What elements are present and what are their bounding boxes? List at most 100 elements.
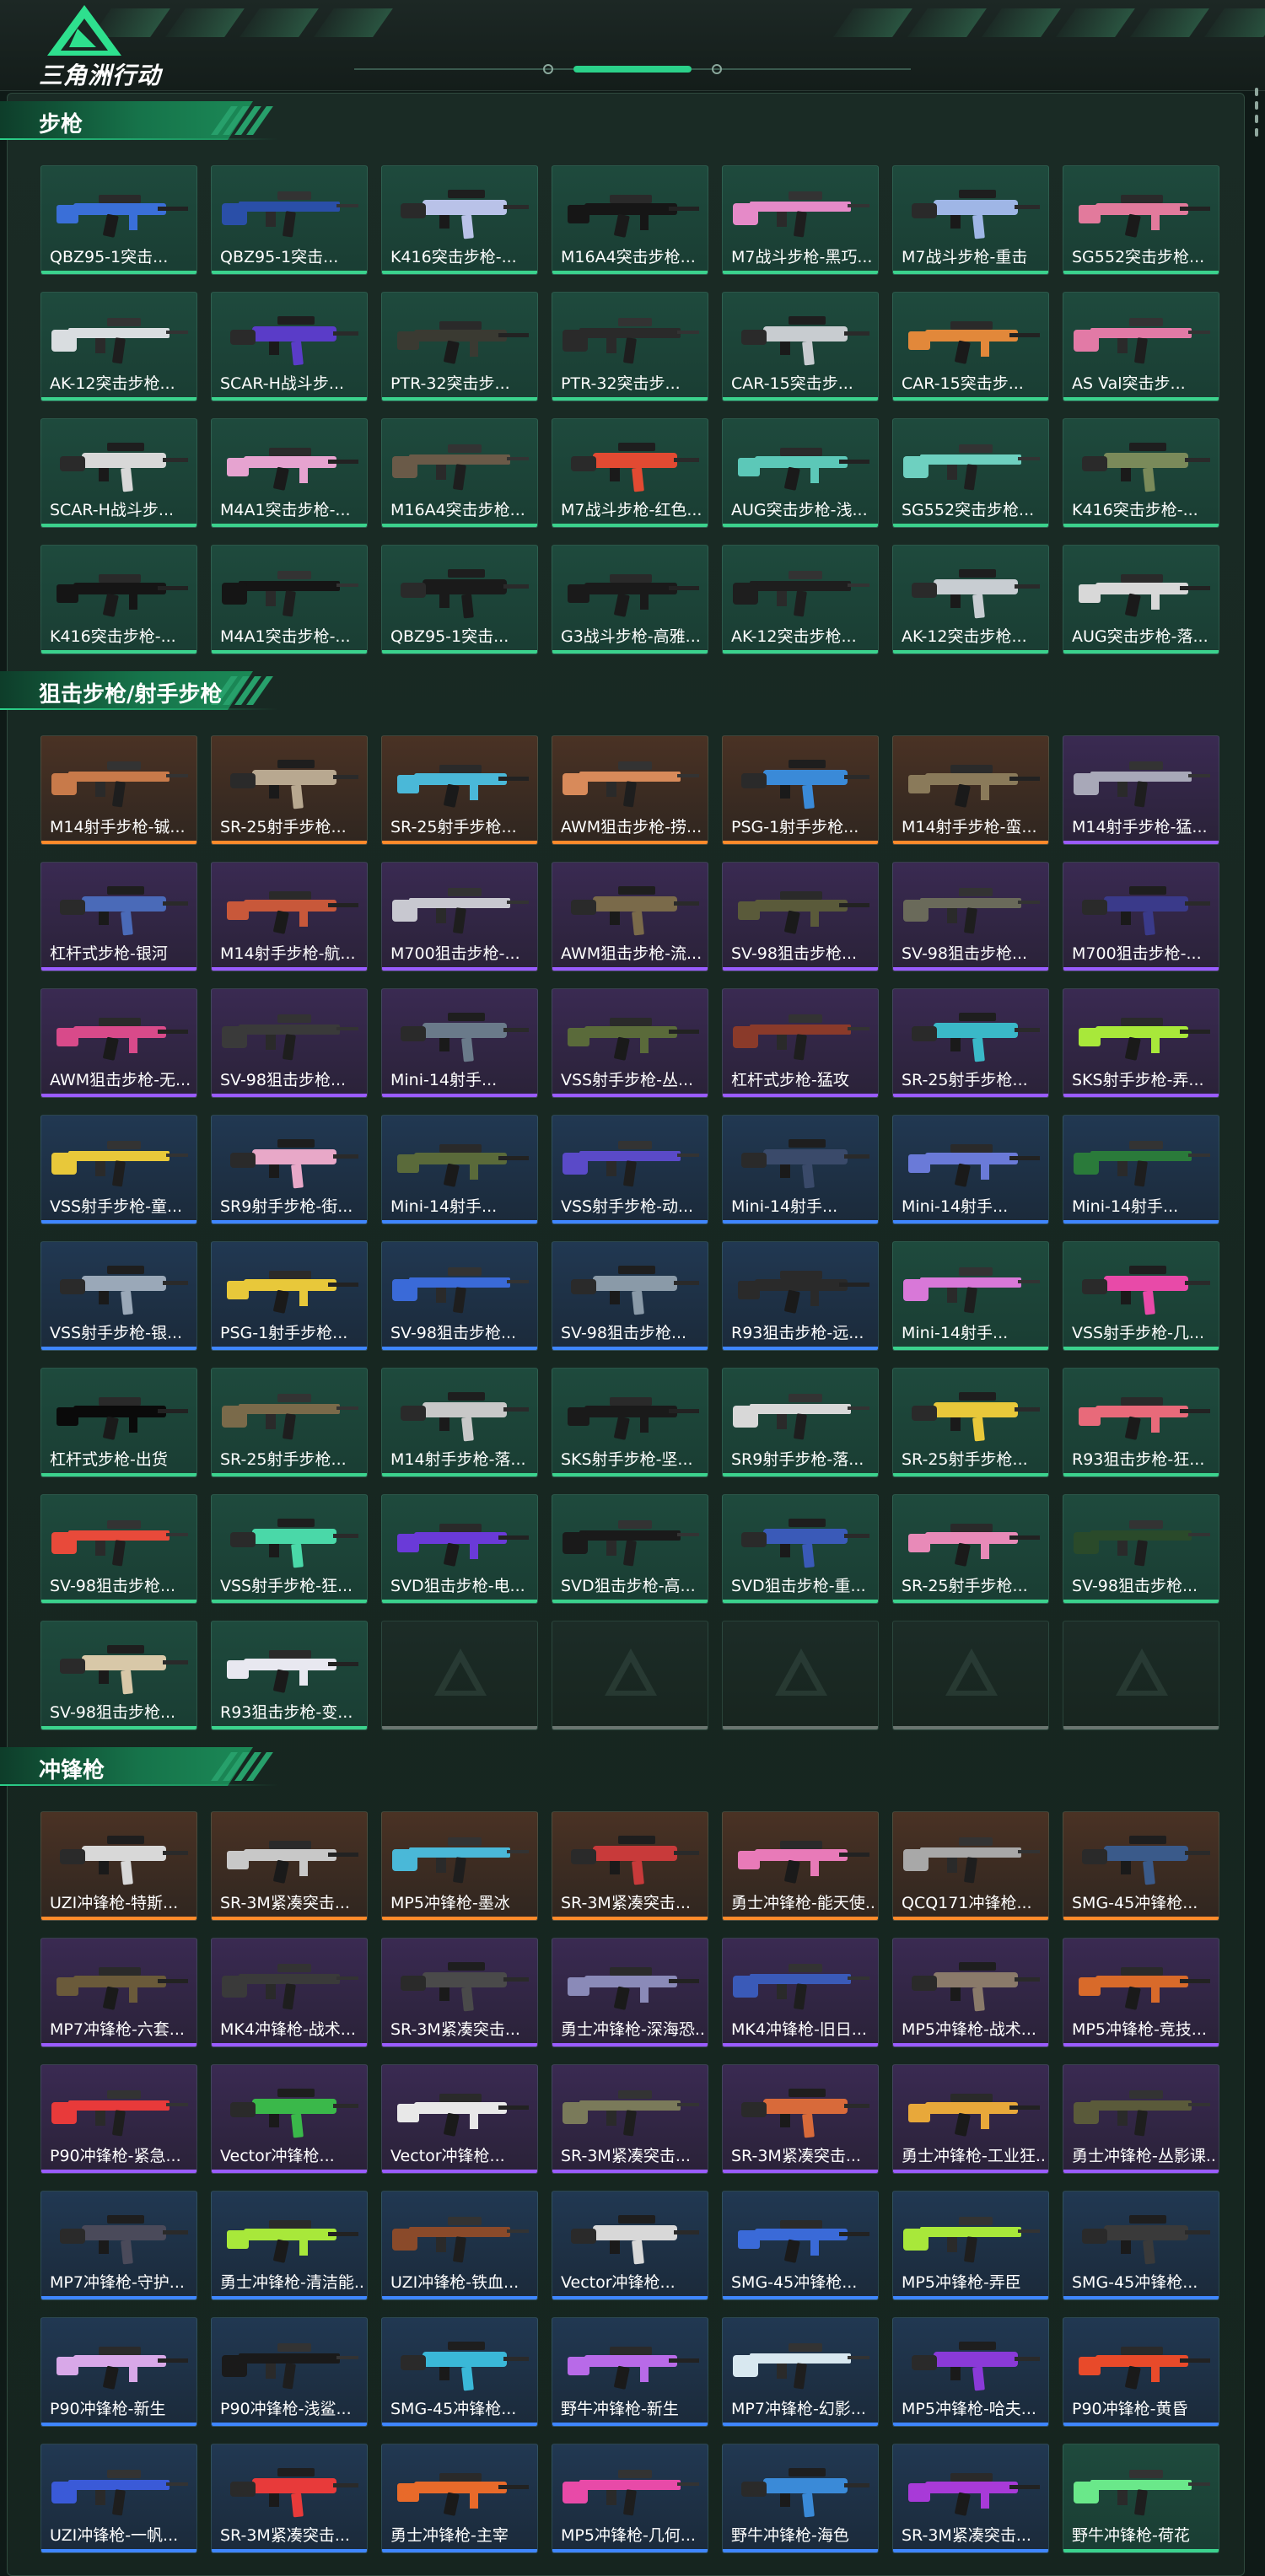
weapon-card[interactable]: AK-12突击步枪... xyxy=(892,545,1049,654)
scrollbar[interactable] xyxy=(1255,88,1260,147)
weapon-card[interactable]: 杠杆式步枪-猛攻 xyxy=(722,988,879,1098)
weapon-card[interactable]: SCAR-H战斗步... xyxy=(211,292,368,401)
weapon-card[interactable]: MP5冲锋枪-墨冰 xyxy=(381,1811,538,1921)
weapon-card[interactable]: SV-98狙击步枪... xyxy=(40,1621,197,1730)
weapon-card[interactable]: SKS射手步枪-坚... xyxy=(552,1368,708,1477)
weapon-card[interactable]: M14射手步枪-航... xyxy=(211,862,368,971)
weapon-card[interactable]: SR-3M紧凑突击... xyxy=(552,2064,708,2174)
weapon-card[interactable]: SV-98狙击步枪... xyxy=(892,862,1049,971)
weapon-card[interactable]: SV-98狙击步枪... xyxy=(1063,1494,1219,1604)
weapon-card[interactable]: VSS射手步枪-童... xyxy=(40,1115,197,1224)
weapon-card[interactable]: MK4冲锋枪-战术... xyxy=(211,1938,368,2047)
weapon-card[interactable]: SR9射手步枪-街... xyxy=(211,1115,368,1224)
weapon-card[interactable]: M14射手步枪-落... xyxy=(381,1368,538,1477)
weapon-card[interactable]: R93狙击步枪-远... xyxy=(722,1241,879,1351)
weapon-card[interactable]: SR-25射手步枪... xyxy=(892,988,1049,1098)
weapon-card[interactable]: VSS射手步枪-动... xyxy=(552,1115,708,1224)
weapon-card[interactable]: Mini-14射手... xyxy=(892,1241,1049,1351)
weapon-card[interactable]: MP5冲锋枪-几何... xyxy=(552,2444,708,2553)
weapon-card[interactable]: SR-25射手步枪... xyxy=(892,1368,1049,1477)
weapon-card[interactable]: M14射手步枪-猛... xyxy=(1063,735,1219,845)
weapon-card[interactable]: SV-98狙击步枪... xyxy=(211,988,368,1098)
weapon-card[interactable]: SV-98狙击步枪... xyxy=(40,1494,197,1604)
weapon-card[interactable]: SVD狙击步枪-重... xyxy=(722,1494,879,1604)
weapon-card[interactable]: PSG-1射手步枪... xyxy=(211,1241,368,1351)
weapon-card[interactable]: Vector冲锋枪... xyxy=(211,2064,368,2174)
weapon-card[interactable]: SR-3M紧凑突击... xyxy=(552,1811,708,1921)
weapon-card[interactable]: M4A1突击步枪-... xyxy=(211,418,368,528)
weapon-card[interactable]: Mini-14射手... xyxy=(381,1115,538,1224)
weapon-card[interactable]: QCQ171冲锋枪... xyxy=(892,1811,1049,1921)
weapon-card[interactable]: Vector冲锋枪... xyxy=(381,2064,538,2174)
weapon-card[interactable]: SVD狙击步枪-高... xyxy=(552,1494,708,1604)
weapon-card[interactable]: UZI冲锋枪-一帆... xyxy=(40,2444,197,2553)
weapon-card[interactable]: MP5冲锋枪-竞技... xyxy=(1063,1938,1219,2047)
weapon-card[interactable]: MP7冲锋枪-幻影... xyxy=(722,2317,879,2427)
weapon-card[interactable]: 勇士冲锋枪-主宰 xyxy=(381,2444,538,2553)
weapon-card[interactable]: M14射手步枪-蛮... xyxy=(892,735,1049,845)
weapon-card[interactable]: SV-98狙击步枪... xyxy=(552,1241,708,1351)
weapon-card[interactable]: SR-25射手步枪... xyxy=(211,735,368,845)
weapon-card[interactable]: AWM狙击步枪-无... xyxy=(40,988,197,1098)
weapon-card[interactable]: 勇士冲锋枪-工业狂... xyxy=(892,2064,1049,2174)
weapon-card[interactable]: UZI冲锋枪-特斯... xyxy=(40,1811,197,1921)
weapon-card[interactable]: M16A4突击步枪... xyxy=(381,418,538,528)
weapon-card[interactable]: SCAR-H战斗步... xyxy=(40,418,197,528)
weapon-card[interactable]: PSG-1射手步枪... xyxy=(722,735,879,845)
weapon-card[interactable]: SMG-45冲锋枪... xyxy=(722,2191,879,2300)
weapon-card[interactable]: Mini-14射手... xyxy=(892,1115,1049,1224)
weapon-card[interactable]: MK4冲锋枪-旧日... xyxy=(722,1938,879,2047)
weapon-card[interactable]: PTR-32突击步... xyxy=(381,292,538,401)
weapon-card[interactable]: 杠杆式步枪-银河 xyxy=(40,862,197,971)
weapon-card[interactable]: VSS射手步枪-丛... xyxy=(552,988,708,1098)
weapon-card[interactable]: SV-98狙击步枪... xyxy=(381,1241,538,1351)
weapon-card[interactable]: AWM狙击步枪-捞... xyxy=(552,735,708,845)
weapon-card[interactable]: 勇士冲锋枪-能天使... xyxy=(722,1811,879,1921)
weapon-card[interactable]: VSS射手步枪-几... xyxy=(1063,1241,1219,1351)
weapon-card[interactable]: CAR-15突击步... xyxy=(722,292,879,401)
weapon-card[interactable]: K416突击步枪-... xyxy=(40,545,197,654)
weapon-card[interactable]: SR-3M紧凑突击... xyxy=(722,2064,879,2174)
weapon-card[interactable]: M16A4突击步枪... xyxy=(552,165,708,275)
weapon-card[interactable]: K416突击步枪-... xyxy=(1063,418,1219,528)
weapon-card[interactable]: SR-25射手步枪... xyxy=(381,735,538,845)
weapon-card[interactable]: G3战斗步枪-高雅... xyxy=(552,545,708,654)
weapon-card[interactable]: SMG-45冲锋枪... xyxy=(381,2317,538,2427)
weapon-card[interactable]: VSS射手步枪-银... xyxy=(40,1241,197,1351)
weapon-card[interactable]: SR9射手步枪-落... xyxy=(722,1368,879,1477)
weapon-card[interactable]: M700狙击步枪-... xyxy=(381,862,538,971)
weapon-card[interactable]: K416突击步枪-... xyxy=(381,165,538,275)
weapon-card[interactable]: M7战斗步枪-黑巧... xyxy=(722,165,879,275)
weapon-card[interactable]: MP7冲锋枪-守护... xyxy=(40,2191,197,2300)
weapon-card[interactable]: 杠杆式步枪-出货 xyxy=(40,1368,197,1477)
weapon-card[interactable]: SKS射手步枪-弄... xyxy=(1063,988,1219,1098)
weapon-card[interactable]: SMG-45冲锋枪... xyxy=(1063,1811,1219,1921)
weapon-card[interactable]: Vector冲锋枪... xyxy=(552,2191,708,2300)
weapon-card[interactable]: Mini-14射手... xyxy=(722,1115,879,1224)
weapon-card[interactable]: SG552突击步枪... xyxy=(1063,165,1219,275)
weapon-card[interactable]: CAR-15突击步... xyxy=(892,292,1049,401)
weapon-card[interactable]: Mini-14射手... xyxy=(381,988,538,1098)
weapon-card[interactable]: SR-3M紧凑突击... xyxy=(381,1938,538,2047)
weapon-card[interactable]: AK-12突击步枪... xyxy=(40,292,197,401)
weapon-card[interactable]: MP5冲锋枪-战术... xyxy=(892,1938,1049,2047)
weapon-card[interactable]: 野牛冲锋枪-新生 xyxy=(552,2317,708,2427)
weapon-card[interactable]: 野牛冲锋枪-海色 xyxy=(722,2444,879,2553)
weapon-card[interactable]: AUG突击步枪-落... xyxy=(1063,545,1219,654)
weapon-card[interactable]: SR-25射手步枪... xyxy=(211,1368,368,1477)
weapon-card[interactable]: VSS射手步枪-狂... xyxy=(211,1494,368,1604)
weapon-card[interactable]: SMG-45冲锋枪... xyxy=(1063,2191,1219,2300)
weapon-card[interactable]: QBZ95-1突击... xyxy=(40,165,197,275)
weapon-card[interactable]: 勇士冲锋枪-清洁能... xyxy=(211,2191,368,2300)
weapon-card[interactable]: SR-3M紧凑突击... xyxy=(892,2444,1049,2553)
weapon-card[interactable]: AUG突击步枪-浅... xyxy=(722,418,879,528)
weapon-card[interactable]: SG552突击步枪... xyxy=(892,418,1049,528)
weapon-card[interactable]: Mini-14射手... xyxy=(1063,1115,1219,1224)
weapon-card[interactable]: P90冲锋枪-黄昏 xyxy=(1063,2317,1219,2427)
weapon-card[interactable]: PTR-32突击步... xyxy=(552,292,708,401)
weapon-card[interactable]: SR-25射手步枪... xyxy=(892,1494,1049,1604)
weapon-card[interactable]: R93狙击步枪-狂... xyxy=(1063,1368,1219,1477)
weapon-card[interactable]: SR-3M紧凑突击... xyxy=(211,1811,368,1921)
weapon-card[interactable]: SR-3M紧凑突击... xyxy=(211,2444,368,2553)
weapon-card[interactable]: MP5冲锋枪-哈夫... xyxy=(892,2317,1049,2427)
